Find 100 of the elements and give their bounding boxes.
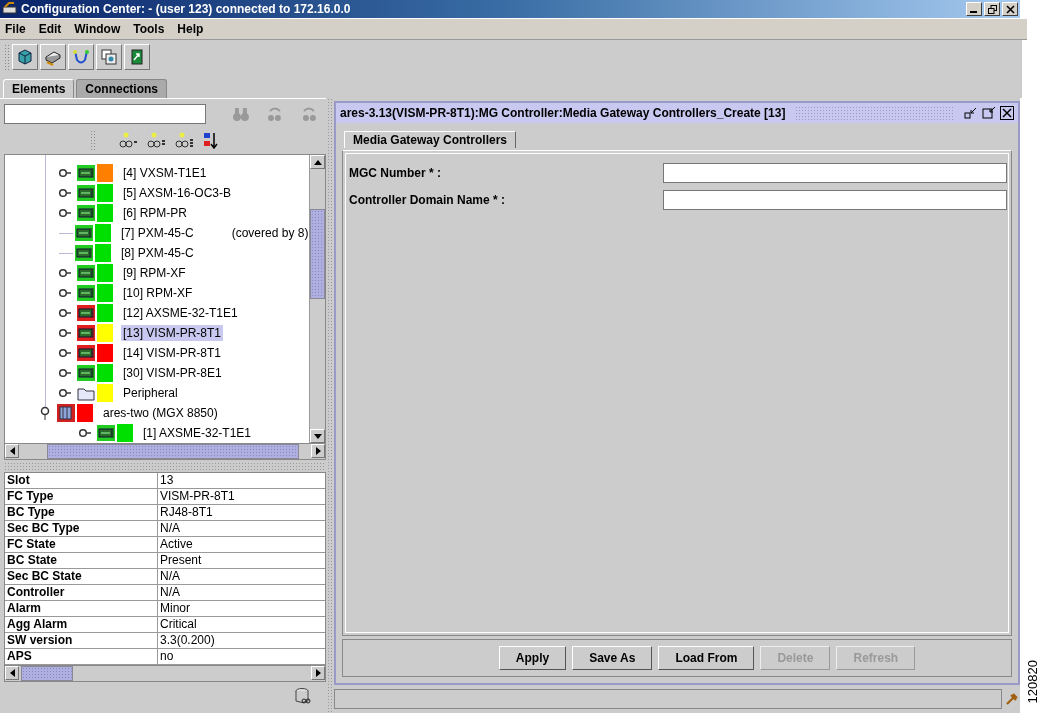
toolbar-button[interactable] <box>68 44 94 70</box>
property-name: FC State <box>5 537 158 552</box>
minimize-icon[interactable] <box>964 106 978 120</box>
tree-item[interactable]: [14] VISM-PR-8T1 <box>121 345 224 361</box>
property-name: Sec BC State <box>5 569 158 584</box>
dialog-button[interactable]: Apply <box>498 646 567 670</box>
menu-item[interactable]: Window <box>74 22 121 36</box>
horizontal-scrollbar[interactable] <box>4 666 326 682</box>
stethoscope-icon <box>72 48 90 66</box>
property-name: Controller <box>5 585 158 600</box>
tree-view-icon[interactable] <box>118 132 138 148</box>
left-arrow-icon[interactable] <box>9 669 15 677</box>
scroll-thumb[interactable] <box>310 209 325 299</box>
tree-item[interactable]: [12] AXSME-32-T1E1 <box>121 305 240 321</box>
splitter-handle[interactable] <box>4 462 326 470</box>
expand-handle-icon[interactable] <box>59 328 71 338</box>
tree-view-icon[interactable] <box>174 132 194 148</box>
minimize-button[interactable] <box>966 2 982 16</box>
dialog-title: ares-3.13(VISM-PR-8T1):MG Controller:Media Gateway Controllers_Create [13] <box>340 106 786 120</box>
toolbar-button[interactable] <box>40 44 66 70</box>
property-value: no <box>159 649 174 664</box>
expand-handle-icon[interactable] <box>59 348 71 358</box>
property-value: Active <box>159 537 193 552</box>
tree-item[interactable]: ares-two (MGX 8850) <box>101 405 220 421</box>
restore-icon[interactable] <box>982 106 996 120</box>
expand-handle-icon[interactable] <box>79 428 91 438</box>
property-value: VISM-PR-8T1 <box>159 489 235 504</box>
input-field[interactable] <box>663 162 1007 183</box>
down-arrow-icon[interactable] <box>313 433 322 439</box>
property-name: Agg Alarm <box>5 617 158 632</box>
close-icon <box>1005 4 1015 14</box>
expand-handle-icon[interactable] <box>59 288 71 298</box>
tab[interactable]: Media Gateway Controllers <box>344 131 517 148</box>
toolbar-button[interactable] <box>124 44 150 70</box>
property-name: BC Type <box>5 505 158 520</box>
dialog-button[interactable]: Load From <box>658 646 755 670</box>
expand-handle-icon[interactable] <box>59 188 71 198</box>
scroll-thumb[interactable] <box>21 666 73 681</box>
toolbar-button[interactable] <box>96 44 122 70</box>
dialog-button[interactable]: Save As <box>572 646 653 670</box>
property-name: Sec BC Type <box>5 521 158 536</box>
tree-item[interactable]: [8] PXM-45-C <box>119 245 196 261</box>
menu-item[interactable]: Help <box>177 22 204 36</box>
expand-handle-icon[interactable] <box>59 268 71 278</box>
tree-item[interactable]: [13] VISM-PR-8T1 <box>121 325 224 341</box>
input-field[interactable] <box>663 189 1007 210</box>
expand-handle-icon[interactable] <box>39 406 51 420</box>
database-icon[interactable] <box>294 687 312 705</box>
property-value: N/A <box>159 585 180 600</box>
tree-item[interactable]: [6] RPM-PR <box>121 205 189 221</box>
figure-number: 120820 <box>1024 659 1040 703</box>
property-name: Alarm <box>5 601 158 616</box>
left-arrow-icon[interactable] <box>9 447 15 455</box>
sort-icon[interactable] <box>202 131 218 149</box>
tree-item[interactable]: Peripheral <box>121 385 180 401</box>
restore-button[interactable] <box>984 2 1000 16</box>
tree-item[interactable]: [9] RPM-XF <box>121 265 188 281</box>
expand-handle-icon[interactable] <box>59 168 71 178</box>
property-value: RJ48-8T1 <box>159 505 213 520</box>
field-label: MGC Number * : <box>348 165 441 180</box>
windows-icon <box>100 48 118 66</box>
close-button[interactable] <box>1002 2 1018 16</box>
tree-item[interactable]: [30] VISM-PR-8E1 <box>121 365 224 381</box>
search-field[interactable] <box>4 104 207 124</box>
menu-item[interactable]: Edit <box>38 22 62 36</box>
property-value: Minor <box>159 601 190 616</box>
toolbar-button[interactable] <box>12 44 38 70</box>
tree-item[interactable]: [10] RPM-XF <box>121 285 195 301</box>
property-name: SW version <box>5 633 158 648</box>
property-name: APS <box>5 649 158 664</box>
expand-handle-icon[interactable] <box>59 208 71 218</box>
door-icon <box>128 48 146 66</box>
tab[interactable]: Elements <box>3 79 75 98</box>
tree-view-icon[interactable] <box>146 132 166 148</box>
tree-item[interactable]: [5] AXSM-16-OC3-B <box>121 185 234 201</box>
window-title: Configuration Center: - (user 123) connected to 172.16.0.0 <box>21 2 351 16</box>
tab[interactable]: Connections <box>76 79 168 98</box>
scroll-thumb[interactable] <box>47 444 299 459</box>
expand-handle-icon[interactable] <box>59 388 71 398</box>
expand-handle-icon[interactable] <box>59 308 71 318</box>
shelf-icon <box>57 404 75 422</box>
up-arrow-icon[interactable] <box>313 159 322 165</box>
menu-item[interactable]: Tools <box>133 22 165 36</box>
property-name: BC State <box>5 553 158 568</box>
tree-item-note: (covered by 8) <box>231 226 309 240</box>
tree-item[interactable]: [1] AXSME-32-T1E1 <box>141 425 254 441</box>
menu-item[interactable]: File <box>5 22 26 36</box>
property-value: Present <box>159 553 202 568</box>
property-value: N/A <box>159 569 180 584</box>
right-arrow-icon[interactable] <box>315 669 321 677</box>
right-arrow-icon[interactable] <box>315 447 321 455</box>
horizontal-scrollbar[interactable] <box>4 444 326 460</box>
property-name: Slot <box>5 473 158 488</box>
tree-item[interactable]: [4] VXSM-T1E1 <box>121 165 209 181</box>
vertical-scrollbar[interactable] <box>309 155 325 443</box>
tree-item[interactable]: [7] PXM-45-C <box>119 225 196 241</box>
property-name: FC Type <box>5 489 158 504</box>
property-value: Critical <box>159 617 197 632</box>
expand-handle-icon[interactable] <box>59 368 71 378</box>
close-icon[interactable] <box>1000 106 1014 120</box>
